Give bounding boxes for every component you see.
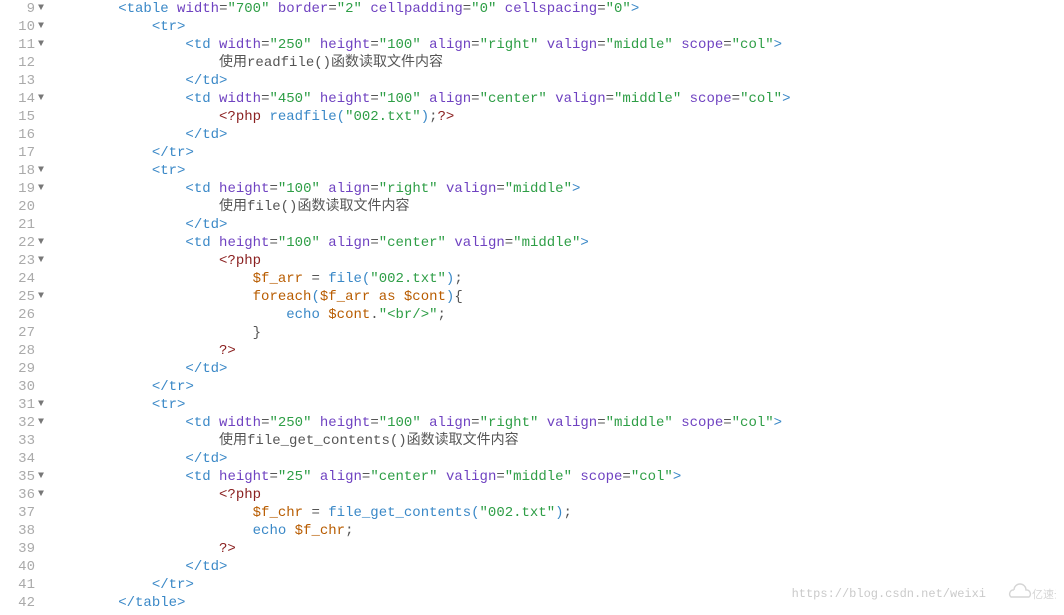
code-line: <?php readfile("002.txt");?>	[51, 108, 1064, 126]
code-line: echo $f_chr;	[51, 522, 1064, 540]
code-line: <tr>	[51, 396, 1064, 414]
fold-icon[interactable]: ▼	[38, 180, 44, 198]
line-number: 37	[0, 504, 44, 522]
fold-icon[interactable]: ▼	[38, 0, 44, 18]
code-line: </td>	[51, 126, 1064, 144]
cloud-logo-icon: 亿速云	[996, 581, 1056, 607]
code-line: ?>	[51, 540, 1064, 558]
line-number: 11▼	[0, 36, 44, 54]
line-number: 17	[0, 144, 44, 162]
code-editor: 9▼10▼11▼12 13 14▼15 16 17 18▼19▼20 21 22…	[0, 0, 1064, 612]
fold-icon[interactable]: ▼	[38, 36, 44, 54]
watermark-url: https://blog.csdn.net/weixi	[792, 587, 986, 601]
line-number: 15	[0, 108, 44, 126]
line-number: 25▼	[0, 288, 44, 306]
line-number: 41	[0, 576, 44, 594]
fold-icon[interactable]: ▼	[38, 18, 44, 36]
code-line: 使用file_get_contents()函数读取文件内容	[51, 432, 1064, 450]
line-number: 35▼	[0, 468, 44, 486]
line-number: 29	[0, 360, 44, 378]
code-line: echo $cont."<br/>";	[51, 306, 1064, 324]
code-line: <tr>	[51, 18, 1064, 36]
line-number: 18▼	[0, 162, 44, 180]
line-number: 33	[0, 432, 44, 450]
code-line: <td width="450" height="100" align="cent…	[51, 90, 1064, 108]
line-number: 19▼	[0, 180, 44, 198]
code-line: }	[51, 324, 1064, 342]
code-line: 使用readfile()函数读取文件内容	[51, 54, 1064, 72]
code-line: $f_chr = file_get_contents("002.txt");	[51, 504, 1064, 522]
fold-icon[interactable]: ▼	[38, 288, 44, 306]
code-line: <td height="100" align="center" valign="…	[51, 234, 1064, 252]
line-number: 30	[0, 378, 44, 396]
code-line: </td>	[51, 216, 1064, 234]
fold-icon[interactable]: ▼	[38, 90, 44, 108]
code-line: </td>	[51, 558, 1064, 576]
code-line: <?php	[51, 252, 1064, 270]
fold-icon[interactable]: ▼	[38, 486, 44, 504]
line-number: 31▼	[0, 396, 44, 414]
code-line: ?>	[51, 342, 1064, 360]
code-line: <tr>	[51, 162, 1064, 180]
line-number: 20	[0, 198, 44, 216]
line-number: 40	[0, 558, 44, 576]
code-line: $f_arr = file("002.txt");	[51, 270, 1064, 288]
line-number: 38	[0, 522, 44, 540]
line-number: 23▼	[0, 252, 44, 270]
code-line: </tr>	[51, 378, 1064, 396]
line-number: 10▼	[0, 18, 44, 36]
line-number: 9▼	[0, 0, 44, 18]
fold-icon[interactable]: ▼	[38, 468, 44, 486]
line-number: 34	[0, 450, 44, 468]
line-number: 32▼	[0, 414, 44, 432]
line-number: 26	[0, 306, 44, 324]
code-line: </td>	[51, 450, 1064, 468]
line-number: 16	[0, 126, 44, 144]
code-line: 使用file()函数读取文件内容	[51, 198, 1064, 216]
gutter: 9▼10▼11▼12 13 14▼15 16 17 18▼19▼20 21 22…	[0, 0, 51, 612]
code-line: <td height="100" align="right" valign="m…	[51, 180, 1064, 198]
svg-text:亿速云: 亿速云	[1032, 588, 1056, 601]
code-line: <td width="250" height="100" align="righ…	[51, 36, 1064, 54]
code-area[interactable]: <table width="700" border="2" cellpaddin…	[51, 0, 1064, 612]
line-number: 12	[0, 54, 44, 72]
line-number: 42	[0, 594, 44, 612]
line-number: 36▼	[0, 486, 44, 504]
line-number: 14▼	[0, 90, 44, 108]
fold-icon[interactable]: ▼	[38, 252, 44, 270]
line-number: 24	[0, 270, 44, 288]
code-line: </td>	[51, 72, 1064, 90]
line-number: 39	[0, 540, 44, 558]
code-line: <table width="700" border="2" cellpaddin…	[51, 0, 1064, 18]
line-number: 28	[0, 342, 44, 360]
fold-icon[interactable]: ▼	[38, 234, 44, 252]
line-number: 27	[0, 324, 44, 342]
code-line: <td width="250" height="100" align="righ…	[51, 414, 1064, 432]
fold-icon[interactable]: ▼	[38, 162, 44, 180]
code-line: foreach($f_arr as $cont){	[51, 288, 1064, 306]
code-line: <?php	[51, 486, 1064, 504]
code-line: </td>	[51, 360, 1064, 378]
line-number: 22▼	[0, 234, 44, 252]
line-number: 13	[0, 72, 44, 90]
line-number: 21	[0, 216, 44, 234]
code-line: <td height="25" align="center" valign="m…	[51, 468, 1064, 486]
fold-icon[interactable]: ▼	[38, 396, 44, 414]
fold-icon[interactable]: ▼	[38, 414, 44, 432]
watermark: https://blog.csdn.net/weixi 亿速云	[792, 581, 1056, 607]
code-line: </tr>	[51, 144, 1064, 162]
